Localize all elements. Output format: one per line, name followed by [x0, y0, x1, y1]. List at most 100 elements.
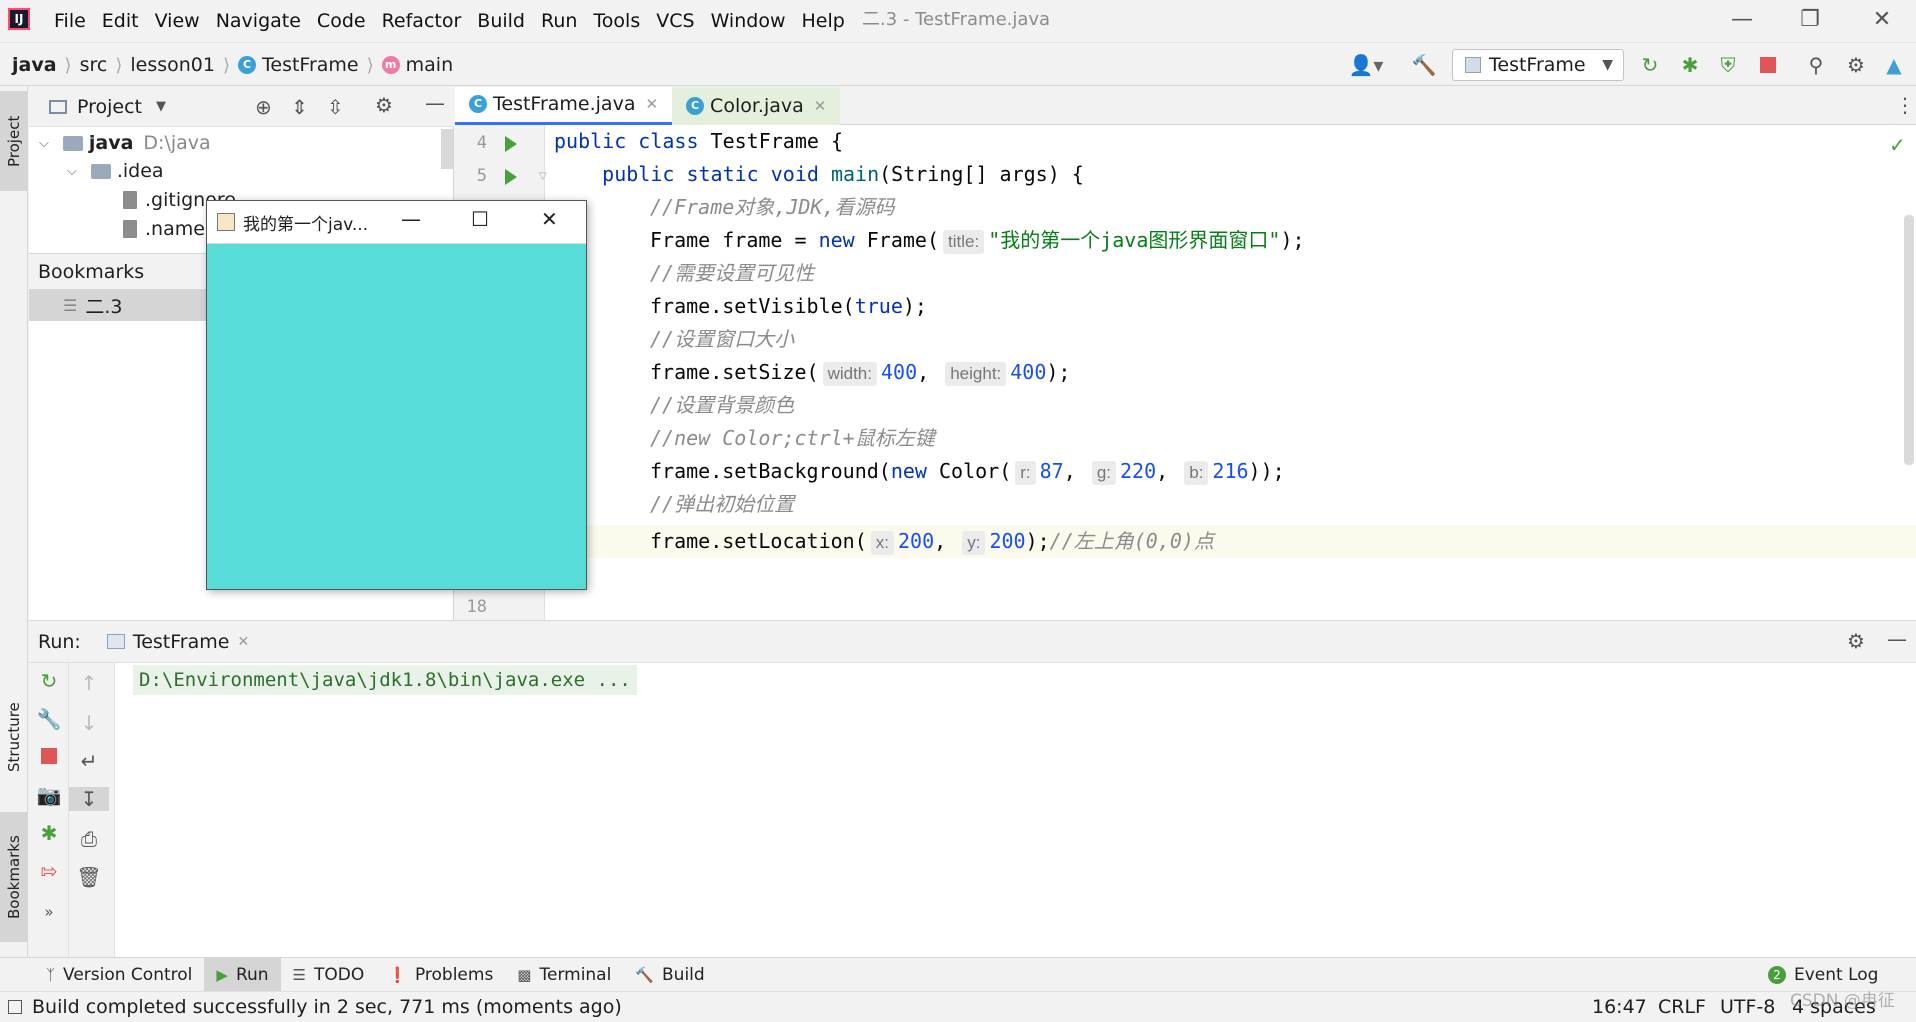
jetbrains-toolbox-icon[interactable]: ▲	[1880, 50, 1908, 80]
line-number: 18	[466, 597, 487, 617]
scroll-to-end-icon[interactable]: ↧	[69, 787, 109, 811]
run-tab-testframe[interactable]: TestFrame	[133, 631, 230, 653]
run-gutter-icon[interactable]	[505, 136, 517, 152]
code-editor[interactable]: 4 5 ▽ 18 public class TestFrame { public…	[455, 125, 1916, 620]
debug-icon[interactable]: ✱	[1676, 50, 1704, 80]
hide-panel-icon[interactable]: —	[1887, 627, 1907, 651]
more-chevron-icon[interactable]: »	[29, 903, 69, 921]
tool-terminal[interactable]: ▩ Terminal	[505, 958, 623, 992]
trash-icon[interactable]: 🗑	[69, 865, 109, 889]
close-window-button[interactable]: ✕	[1848, 0, 1916, 43]
collapse-all-icon[interactable]: ⇳	[327, 95, 344, 119]
stop-icon[interactable]	[29, 745, 69, 769]
menu-edit[interactable]: Edit	[94, 0, 147, 43]
soft-wrap-icon[interactable]: ↵	[69, 749, 109, 773]
crumb-src[interactable]: src	[80, 54, 108, 76]
tree-root-java[interactable]: ⌵ java D:\java	[39, 129, 211, 157]
camera-icon[interactable]: 📷	[29, 783, 69, 807]
tab-color-java[interactable]: C Color.java ✕	[672, 86, 841, 125]
coverage-icon[interactable]: ⛨	[1714, 50, 1742, 80]
java-frame-titlebar[interactable]: 我的第一个jav... — ☐ ✕	[207, 201, 586, 244]
hide-panel-icon[interactable]: —	[425, 91, 445, 115]
crumb-package[interactable]: lesson01	[130, 54, 215, 76]
chevron-down-icon[interactable]: ⌵	[39, 136, 49, 151]
menu-refactor[interactable]: Refactor	[374, 0, 470, 43]
menu-vcs-label: VCS	[656, 10, 695, 32]
menu-run[interactable]: Run	[533, 0, 585, 43]
account-icon[interactable]: 👤▾	[1346, 50, 1386, 80]
menu-window[interactable]: Window	[703, 0, 794, 43]
more-options-icon[interactable]: ⋮	[1895, 93, 1915, 117]
structure-tool-tab[interactable]: Structure	[0, 687, 28, 787]
print-icon[interactable]: ⎙	[69, 827, 109, 851]
tool-version-control[interactable]: ᛉ Version Control	[34, 958, 204, 992]
build-hammer-icon[interactable]: 🔨	[1410, 50, 1438, 80]
caret-position[interactable]: 16:47	[1592, 996, 1647, 1018]
expand-all-icon[interactable]: ⇕	[291, 95, 308, 119]
menu-help[interactable]: Help	[793, 0, 852, 43]
tab-testframe-java[interactable]: C TestFrame.java ✕	[455, 86, 673, 125]
close-window-button[interactable]: ✕	[541, 207, 558, 231]
run-configuration-select[interactable]: TestFrame ▼	[1452, 49, 1624, 81]
menu-view[interactable]: View	[147, 0, 208, 43]
file-encoding[interactable]: UTF-8	[1720, 996, 1775, 1018]
close-tab-icon[interactable]: ✕	[814, 97, 827, 115]
arrow-up-icon[interactable]: ↑	[69, 671, 109, 695]
crumb-class[interactable]: C TestFrame	[238, 54, 359, 76]
console-output[interactable]: D:\Environment\java\jdk1.8\bin\java.exe …	[133, 665, 637, 695]
maximize-button[interactable]: ☐	[471, 207, 489, 231]
chevron-down-icon[interactable]: ▼	[156, 99, 166, 114]
arrow-down-icon[interactable]: ↓	[69, 711, 109, 735]
tool-run[interactable]: ▶ Run	[204, 957, 281, 992]
menu-vcs[interactable]: VCS	[648, 0, 702, 43]
close-tab-icon[interactable]: ✕	[645, 95, 658, 113]
tool-problems[interactable]: ❗ Problems	[376, 958, 505, 992]
minimize-button[interactable]: —	[1708, 0, 1776, 43]
close-tab-icon[interactable]: ✕	[237, 634, 249, 650]
restore-button[interactable]: ❐	[1776, 0, 1844, 43]
tree-folder-idea[interactable]: ⌵ .idea	[67, 157, 164, 185]
project-panel-title[interactable]: Project	[77, 96, 142, 118]
menu-file[interactable]: File	[46, 0, 94, 43]
parameter-hint: r:	[1015, 461, 1036, 485]
rerun-icon[interactable]: ↻	[1636, 50, 1664, 80]
fold-icon[interactable]: ▽	[539, 171, 547, 182]
stop-icon[interactable]	[1754, 50, 1782, 80]
menu-tools[interactable]: Tools	[585, 0, 648, 43]
tool-build[interactable]: 🔨 Build	[623, 958, 716, 992]
minimize-button[interactable]: —	[401, 207, 421, 231]
java-frame-window[interactable]: 我的第一个jav... — ☐ ✕	[206, 200, 587, 590]
tree-root-path: D:\java	[143, 132, 211, 154]
wrench-icon[interactable]: 🔧	[29, 707, 69, 731]
menu-navigate-label: Navigate	[215, 10, 301, 32]
project-tool-tab[interactable]: Project	[0, 91, 28, 191]
settings-gear-icon[interactable]: ⚙	[1842, 50, 1870, 80]
line-separator[interactable]: CRLF	[1658, 996, 1706, 1018]
no-problems-check-icon[interactable]: ✓	[1889, 133, 1906, 157]
tree-file-name[interactable]: .name	[123, 215, 205, 243]
debug-icon[interactable]: ✱	[29, 821, 69, 845]
locate-target-icon[interactable]: ⊕	[255, 95, 272, 119]
crumb-project[interactable]: java	[12, 54, 57, 76]
tool-todo[interactable]: ☰ TODO	[281, 958, 377, 992]
run-settings-gear-icon[interactable]: ⚙	[1847, 629, 1865, 653]
search-icon[interactable]: ⚲	[1802, 50, 1830, 80]
menu-run-label: Run	[540, 10, 578, 32]
run-gutter-icon[interactable]	[505, 169, 517, 185]
exit-icon[interactable]: ⇰	[29, 859, 69, 883]
chevron-down-icon[interactable]: ⌵	[67, 164, 77, 179]
panel-settings-gear-icon[interactable]: ⚙	[375, 93, 393, 117]
status-message[interactable]: Build completed successfully in 2 sec, 7…	[32, 996, 622, 1018]
crumb-method[interactable]: m main	[381, 54, 453, 76]
editor-scrollbar[interactable]	[1904, 215, 1914, 465]
bookmarks-tool-tab[interactable]: Bookmarks	[0, 812, 28, 942]
watermark: CSDN @冉征	[1790, 991, 1895, 1011]
menu-navigate[interactable]: Navigate	[208, 0, 309, 43]
menu-code[interactable]: Code	[309, 0, 374, 43]
tree-scrollbar[interactable]	[441, 129, 453, 169]
rerun-icon[interactable]: ↻	[29, 669, 69, 693]
code-comment: //设置背景颜色	[650, 393, 795, 417]
menu-build[interactable]: Build	[469, 0, 533, 43]
code-line: frame.setBackground(new Color(r: 87, g: 22…	[650, 459, 1285, 485]
toggle-tool-windows-icon[interactable]	[8, 1000, 22, 1014]
